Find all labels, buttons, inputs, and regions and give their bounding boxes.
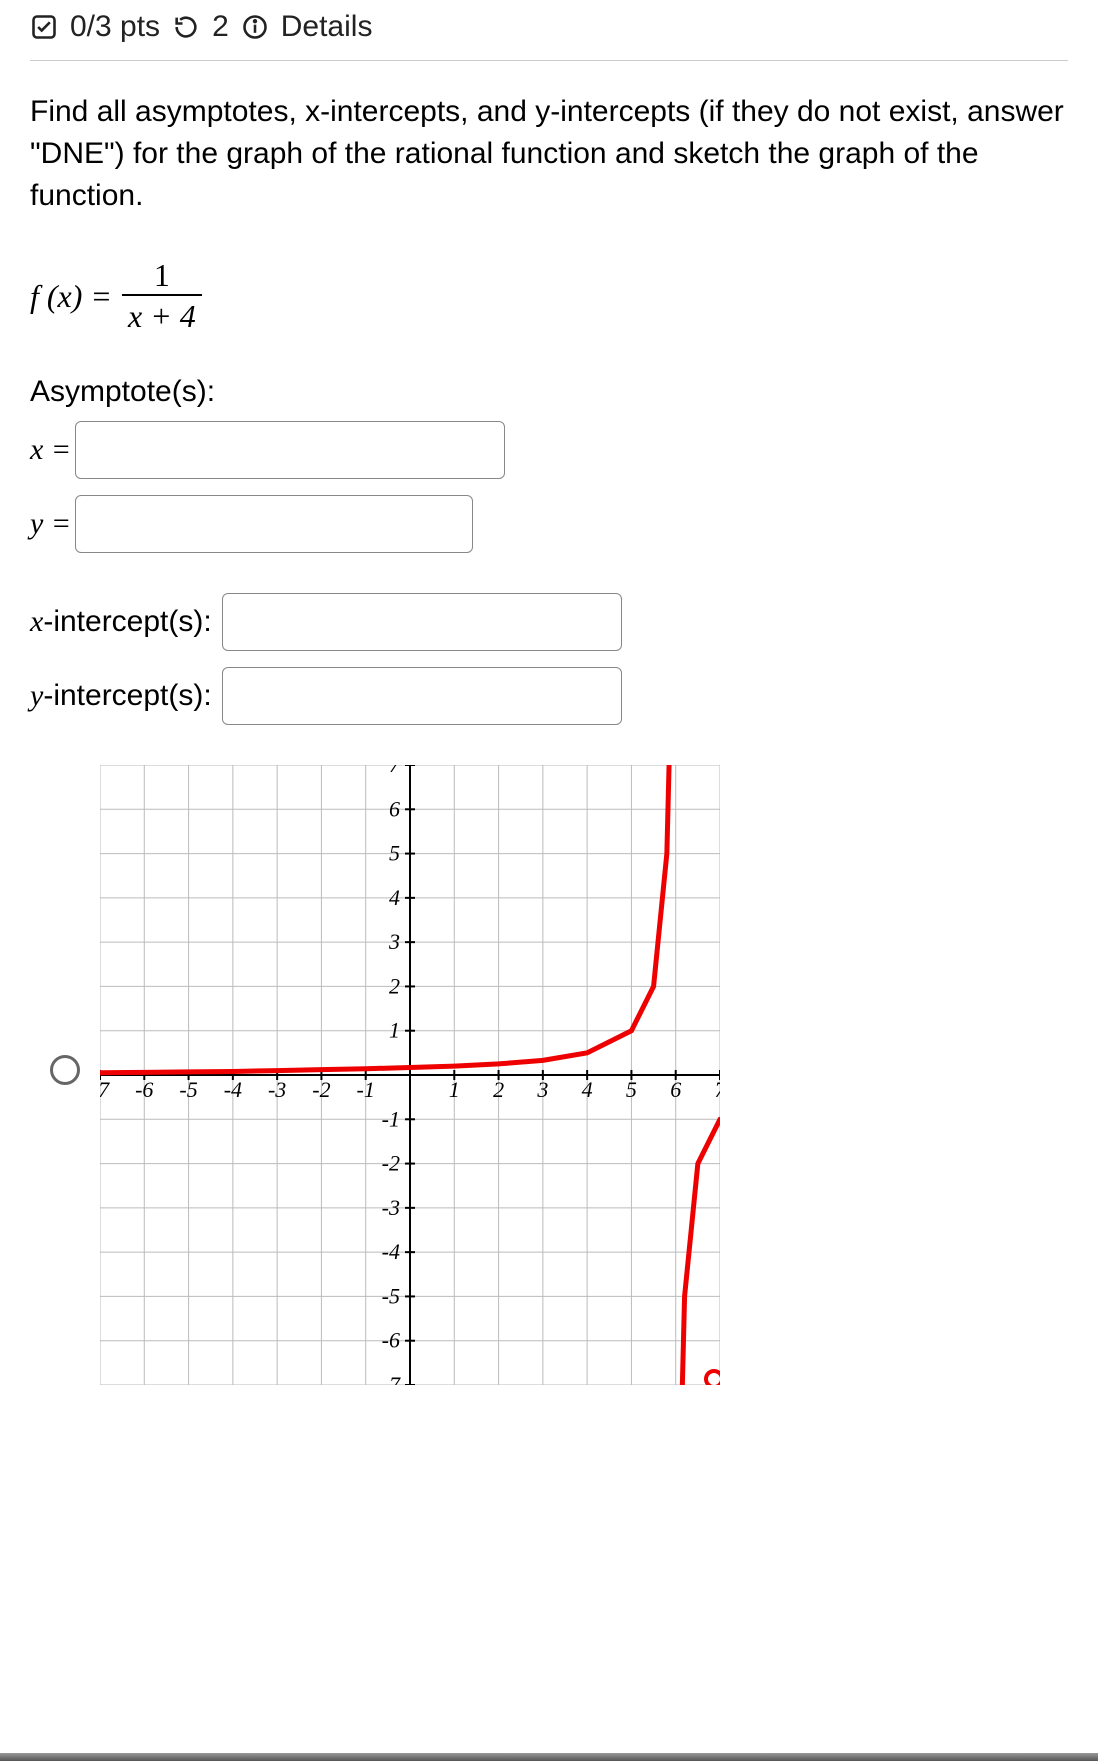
svg-text:-2: -2 — [312, 1077, 330, 1102]
question-header: 0/3 pts 2 Details — [30, 0, 1068, 61]
y-asymptote-input[interactable] — [75, 495, 473, 553]
svg-text:-1: -1 — [382, 1106, 400, 1131]
y-intercept-input[interactable] — [222, 667, 622, 725]
formula-numerator: 1 — [148, 257, 176, 294]
function-formula: f (x) = 1 x + 4 — [30, 257, 1068, 335]
svg-text:3: 3 — [388, 929, 400, 954]
svg-text:6: 6 — [389, 796, 400, 821]
x-intercept-label: x-intercept(s): — [30, 605, 212, 639]
info-icon[interactable] — [241, 13, 269, 41]
svg-text:-4: -4 — [382, 1239, 400, 1264]
svg-text:5: 5 — [626, 1077, 637, 1102]
attempts-text: 2 — [212, 10, 229, 44]
x-intercept-input[interactable] — [222, 593, 622, 651]
svg-text:3: 3 — [536, 1077, 548, 1102]
svg-text:-6: -6 — [135, 1077, 153, 1102]
graph-option-radio[interactable] — [50, 1055, 80, 1085]
function-graph: -7 -6 -5 -4 -3 -2 -1 1 2 3 4 5 6 7 -7 -6 -5 -4 -3 -2 -1 1 2 3 4 5… — [100, 765, 720, 1385]
svg-text:-5: -5 — [382, 1283, 400, 1308]
x-equals-label: x = — [30, 433, 71, 467]
checkbox-icon — [30, 13, 58, 41]
svg-text:-6: -6 — [382, 1328, 400, 1353]
svg-text:7: 7 — [715, 1077, 721, 1102]
svg-text:7: 7 — [389, 765, 401, 777]
svg-text:4: 4 — [389, 885, 400, 910]
svg-text:-5: -5 — [179, 1077, 197, 1102]
formula-denominator: x + 4 — [122, 294, 202, 335]
question-text: Find all asymptotes, x-intercepts, and y… — [30, 91, 1068, 217]
svg-text:1: 1 — [389, 1018, 400, 1043]
svg-text:5: 5 — [389, 841, 400, 866]
svg-text:-4: -4 — [224, 1077, 242, 1102]
svg-text:-1: -1 — [357, 1077, 375, 1102]
svg-text:-7: -7 — [382, 1372, 401, 1385]
y-intercept-label: y-intercept(s): — [30, 679, 212, 713]
scrollbar-shadow — [0, 1753, 1098, 1761]
svg-text:-2: -2 — [382, 1151, 400, 1176]
svg-text:2: 2 — [493, 1077, 504, 1102]
svg-text:-7: -7 — [100, 1077, 110, 1102]
svg-text:4: 4 — [582, 1077, 593, 1102]
svg-text:2: 2 — [389, 973, 400, 998]
details-link[interactable]: Details — [281, 10, 373, 44]
svg-text:-3: -3 — [382, 1195, 400, 1220]
svg-text:1: 1 — [449, 1077, 460, 1102]
y-equals-label: y = — [30, 507, 71, 541]
retry-icon — [172, 13, 200, 41]
svg-text:-3: -3 — [268, 1077, 286, 1102]
asymptotes-label: Asymptote(s): — [30, 375, 1068, 409]
x-asymptote-input[interactable] — [75, 421, 505, 479]
svg-text:6: 6 — [670, 1077, 681, 1102]
formula-lhs: f (x) = — [30, 278, 112, 315]
score-text: 0/3 pts — [70, 10, 160, 44]
